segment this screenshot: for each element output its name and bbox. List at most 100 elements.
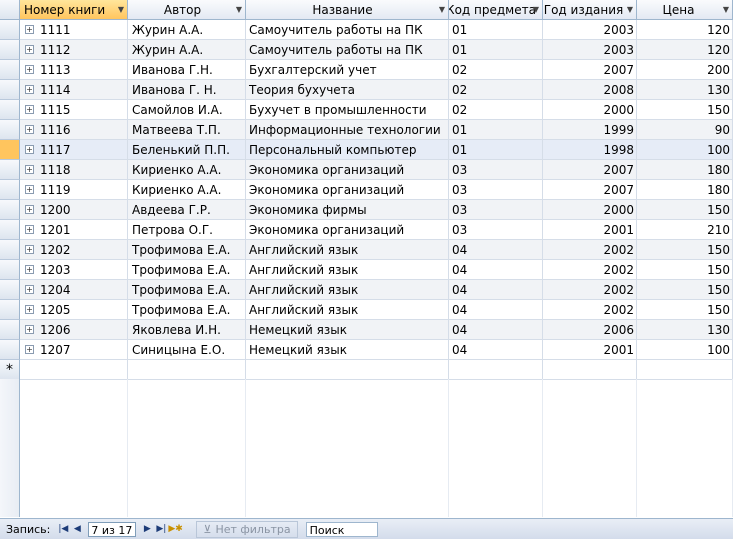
table-cell[interactable] [637, 360, 733, 380]
table-cell-price[interactable]: 100 [637, 340, 733, 360]
table-cell-author[interactable]: Петрова О.Г. [128, 220, 246, 240]
table-cell-year[interactable]: 2008 [543, 80, 637, 100]
table-row[interactable]: +1114 Иванова Г. Н. Теория бухучета 02 2008 1… [0, 80, 733, 100]
row-selector[interactable] [0, 20, 20, 40]
expand-subdatasheet-icon[interactable]: + [25, 145, 34, 154]
table-cell-price[interactable]: 100 [637, 140, 733, 160]
table-cell-author[interactable]: Иванова Г.Н. [128, 60, 246, 80]
table-cell-id[interactable]: +1204 [20, 280, 128, 300]
table-cell-price[interactable]: 150 [637, 240, 733, 260]
table-cell-code[interactable]: 02 [449, 80, 543, 100]
table-cell-title[interactable]: Персональный компьютер [246, 140, 449, 160]
expand-subdatasheet-icon[interactable]: + [25, 305, 34, 314]
table-cell-author[interactable]: Кириенко А.А. [128, 180, 246, 200]
table-cell-price[interactable]: 90 [637, 120, 733, 140]
table-cell-author[interactable]: Беленький П.П. [128, 140, 246, 160]
column-header-year[interactable]: Год издания ▼ [543, 0, 637, 19]
row-selector[interactable] [0, 320, 20, 340]
table-row[interactable]: +1202 Трофимова Е.А. Английский язык 04 2002… [0, 240, 733, 260]
table-row[interactable]: +1207 Синицына Е.О. Немецкий язык 04 2001 100 [0, 340, 733, 360]
last-record-icon[interactable]: ▶| [154, 524, 168, 534]
table-cell-price[interactable]: 120 [637, 20, 733, 40]
table-row[interactable]: +1201 Петрова О.Г. Экономика организаций 03… [0, 220, 733, 240]
expand-subdatasheet-icon[interactable]: + [25, 85, 34, 94]
table-cell-author[interactable]: Кириенко А.А. [128, 160, 246, 180]
expand-subdatasheet-icon[interactable]: + [25, 345, 34, 354]
expand-subdatasheet-icon[interactable]: + [25, 25, 34, 34]
table-cell-author[interactable]: Яковлева И.Н. [128, 320, 246, 340]
row-selector[interactable] [0, 60, 20, 80]
expand-subdatasheet-icon[interactable]: + [25, 125, 34, 134]
table-cell-price[interactable]: 150 [637, 100, 733, 120]
table-row[interactable]: +1205 Трофимова Е.А. Английский язык 04 2002… [0, 300, 733, 320]
table-cell-code[interactable]: 02 [449, 60, 543, 80]
table-cell-code[interactable]: 01 [449, 20, 543, 40]
column-header-title[interactable]: Название ▼ [246, 0, 449, 19]
new-record-marker[interactable]: * [0, 360, 20, 380]
table-cell-code[interactable]: 03 [449, 160, 543, 180]
row-selector[interactable] [0, 340, 20, 360]
table-cell-title[interactable]: Английский язык [246, 280, 449, 300]
table-cell-year[interactable]: 2002 [543, 300, 637, 320]
table-cell-code[interactable]: 04 [449, 300, 543, 320]
table-cell-code[interactable]: 03 [449, 200, 543, 220]
expand-subdatasheet-icon[interactable]: + [25, 285, 34, 294]
expand-subdatasheet-icon[interactable]: + [25, 265, 34, 274]
column-header-price[interactable]: Цена ▼ [637, 0, 733, 19]
table-cell-year[interactable]: 1998 [543, 140, 637, 160]
table-cell-id[interactable]: +1114 [20, 80, 128, 100]
table-cell-author[interactable]: Матвеева Т.П. [128, 120, 246, 140]
table-cell-price[interactable]: 180 [637, 180, 733, 200]
row-selector[interactable] [0, 300, 20, 320]
row-selector[interactable] [0, 180, 20, 200]
row-selector[interactable] [0, 240, 20, 260]
table-cell-author[interactable]: Трофимова Е.А. [128, 280, 246, 300]
row-selector[interactable] [0, 140, 20, 160]
table-cell-author[interactable]: Трофимова Е.А. [128, 300, 246, 320]
table-cell-code[interactable]: 02 [449, 100, 543, 120]
table-cell-code[interactable]: 03 [449, 180, 543, 200]
table-cell-price[interactable]: 120 [637, 40, 733, 60]
dropdown-arrow-icon[interactable]: ▼ [439, 5, 445, 14]
table-cell-id[interactable]: +1205 [20, 300, 128, 320]
expand-subdatasheet-icon[interactable]: + [25, 205, 34, 214]
table-cell-code[interactable]: 04 [449, 280, 543, 300]
table-row[interactable]: +1111 Журин А.А. Самоучитель работы на ПК 0… [0, 20, 733, 40]
table-cell-title[interactable]: Экономика организаций [246, 220, 449, 240]
table-cell-id[interactable]: +1206 [20, 320, 128, 340]
new-record-icon[interactable]: ▶✱ [168, 524, 182, 534]
table-cell-author[interactable]: Трофимова Е.А. [128, 260, 246, 280]
table-cell-price[interactable]: 150 [637, 300, 733, 320]
row-selector[interactable] [0, 220, 20, 240]
table-cell-year[interactable]: 2000 [543, 200, 637, 220]
row-selector[interactable] [0, 160, 20, 180]
table-row[interactable]: +1115 Самойлов И.А. Бухучет в промышленнос… [0, 100, 733, 120]
table-row[interactable]: +1117 Беленький П.П. Персональный компьюте… [0, 140, 733, 160]
table-cell-price[interactable]: 150 [637, 260, 733, 280]
expand-subdatasheet-icon[interactable]: + [25, 225, 34, 234]
table-cell-title[interactable]: Бухгалтерский учет [246, 60, 449, 80]
expand-subdatasheet-icon[interactable]: + [25, 185, 34, 194]
table-cell-author[interactable]: Самойлов И.А. [128, 100, 246, 120]
table-cell-year[interactable]: 2000 [543, 100, 637, 120]
table-row[interactable]: +1116 Матвеева Т.П. Информационные техноло… [0, 120, 733, 140]
row-selector[interactable] [0, 40, 20, 60]
table-cell-year[interactable]: 2002 [543, 240, 637, 260]
table-cell-code[interactable]: 03 [449, 220, 543, 240]
table-cell-id[interactable]: +1203 [20, 260, 128, 280]
next-record-icon[interactable]: ▶ [140, 524, 154, 534]
table-row[interactable]: +1118 Кириенко А.А. Экономика организаций 0… [0, 160, 733, 180]
table-cell-author[interactable]: Журин А.А. [128, 40, 246, 60]
table-cell-year[interactable]: 2003 [543, 40, 637, 60]
table-row[interactable]: +1206 Яковлева И.Н. Немецкий язык 04 2006 130 [0, 320, 733, 340]
table-cell-author[interactable]: Авдеева Г.Р. [128, 200, 246, 220]
table-cell-id[interactable]: +1117 [20, 140, 128, 160]
row-selector[interactable] [0, 280, 20, 300]
table-cell-code[interactable]: 01 [449, 120, 543, 140]
table-cell-id[interactable]: +1116 [20, 120, 128, 140]
table-row[interactable]: +1119 Кириенко А.А. Экономика организаций 0… [0, 180, 733, 200]
table-cell-id[interactable]: +1111 [20, 20, 128, 40]
column-header-subject-code[interactable]: Код предмета ▼ [449, 0, 543, 19]
table-cell-title[interactable]: Английский язык [246, 240, 449, 260]
table-cell-year[interactable]: 2002 [543, 280, 637, 300]
